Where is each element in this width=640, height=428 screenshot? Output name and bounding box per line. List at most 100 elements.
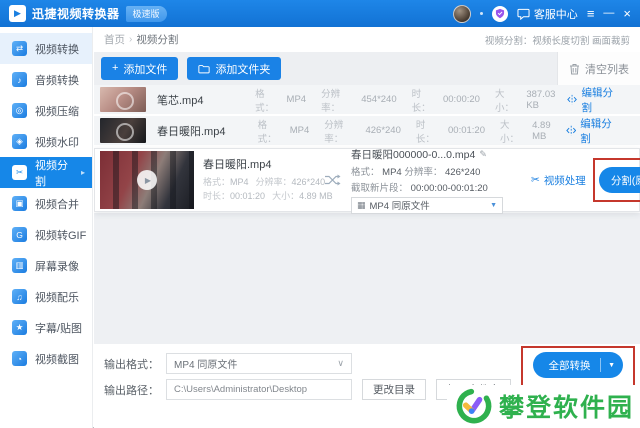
folder-icon bbox=[198, 64, 210, 74]
output-format-value: MP4 同原文件 bbox=[370, 198, 430, 212]
output-path-input[interactable] bbox=[166, 379, 352, 400]
sidebar-item-screen-record[interactable]: ▥ 屏幕录像 bbox=[0, 250, 92, 281]
feature-hint: 视频分割：视频长度切割 画面裁剪 bbox=[485, 33, 630, 47]
help-center-button[interactable]: 客服中心 bbox=[517, 6, 578, 22]
trash-icon bbox=[569, 63, 580, 75]
segment-label: 截取新片段： bbox=[351, 183, 408, 194]
change-directory-button[interactable]: 更改目录 bbox=[362, 379, 426, 400]
help-center-label: 客服中心 bbox=[534, 6, 578, 22]
format-label: 格式： bbox=[258, 117, 285, 145]
sidebar-item-label: 视频转GIF bbox=[35, 227, 86, 243]
file-row[interactable]: 春日暖阳.mp4 格式： MP4 分辨率： 426*240 时长： 00:01:… bbox=[94, 116, 640, 145]
video-to-gif-icon: G bbox=[12, 227, 27, 242]
output-format-select[interactable]: ▦ MP4 同原文件 ▼ bbox=[351, 197, 503, 214]
sidebar-item-video-merge[interactable]: ▣ 视频合并 bbox=[0, 188, 92, 219]
video-watermark-icon: ◈ bbox=[12, 134, 27, 149]
edit-split-button[interactable]: 编辑分割 bbox=[566, 116, 620, 146]
resolution-value: 426*240 bbox=[365, 125, 400, 136]
video-music-icon: ♫ bbox=[12, 289, 27, 304]
add-folder-button[interactable]: 添加文件夹 bbox=[187, 57, 281, 80]
duration-value: 00:00:20 bbox=[443, 94, 480, 105]
app-title: 迅捷视频转换器 bbox=[32, 5, 120, 22]
resolution-label: 分辨率： bbox=[324, 117, 360, 145]
chevron-down-icon[interactable]: ▼ bbox=[601, 362, 623, 369]
video-process-button[interactable]: ✂ 视频处理 bbox=[531, 173, 586, 188]
plus-icon: + bbox=[112, 63, 118, 74]
breadcrumb-home[interactable]: 首页 bbox=[104, 32, 125, 47]
sidebar-item-label: 视频水印 bbox=[35, 134, 79, 150]
edition-badge: 极速版 bbox=[126, 6, 167, 22]
add-folder-label: 添加文件夹 bbox=[215, 61, 270, 77]
duration-label: 时长： bbox=[203, 191, 230, 201]
format-value: MP4 bbox=[382, 167, 402, 178]
sidebar-item-video-convert[interactable]: ⇄ 视频转换 bbox=[0, 33, 92, 64]
sidebar-item-label: 屏幕录像 bbox=[35, 258, 79, 274]
vip-icon[interactable] bbox=[492, 6, 508, 22]
rename-pencil-icon[interactable]: ✎ bbox=[479, 149, 487, 160]
sidebar-item-subtitle-sticker[interactable]: ★ 字幕/贴图 bbox=[0, 312, 92, 343]
video-thumbnail bbox=[100, 118, 146, 143]
size-label: 大小： bbox=[495, 86, 521, 114]
close-icon[interactable]: × bbox=[623, 7, 631, 20]
sidebar-item-label: 视频合并 bbox=[35, 196, 79, 212]
chevron-down-icon: ▼ bbox=[490, 202, 497, 209]
video-merge-icon: ▣ bbox=[12, 196, 27, 211]
sidebar-item-video-to-gif[interactable]: G 视频转GIF bbox=[0, 219, 92, 250]
format-label: 格式： bbox=[255, 86, 281, 114]
user-avatar[interactable] bbox=[453, 5, 471, 23]
sidebar-item-video-screenshot[interactable]: ◔ 视频截图 bbox=[0, 343, 92, 374]
resolution-value: 454*240 bbox=[361, 94, 396, 105]
edit-split-label: 编辑分割 bbox=[581, 85, 620, 115]
clear-list-button[interactable]: 清空列表 bbox=[557, 52, 640, 85]
global-format-select[interactable]: MP4 同原文件 ∨ bbox=[166, 353, 352, 374]
sidebar-item-video-split[interactable]: ✂ 视频分割 ▸ bbox=[0, 157, 92, 188]
file-row[interactable]: 笔芯.mp4 格式： MP4 分辨率： 454*240 时长： 00:00:20… bbox=[94, 85, 640, 114]
watermark-text: 攀登软件园 bbox=[499, 388, 634, 424]
sidebar-item-audio-convert[interactable]: ♪ 音频转换 bbox=[0, 64, 92, 95]
add-file-button[interactable]: + 添加文件 bbox=[101, 57, 178, 80]
output-info: 春日暖阳000000-0...0.mp4 ✎ 格式： MP4 分辨率： 426*… bbox=[351, 147, 521, 214]
minimize-icon[interactable]: — bbox=[603, 8, 614, 19]
segment-value: 00:00:00-00:01:20 bbox=[411, 183, 488, 194]
notification-dot-icon bbox=[480, 12, 483, 15]
list-empty-area bbox=[94, 213, 640, 344]
audio-convert-icon: ♪ bbox=[12, 72, 27, 87]
split-button-label: 分割(原速) bbox=[599, 173, 640, 188]
file-name: 春日暖阳.mp4 bbox=[157, 123, 243, 139]
duration-value: 00:01:20 bbox=[448, 125, 485, 136]
sidebar-item-video-watermark[interactable]: ◈ 视频水印 bbox=[0, 126, 92, 157]
format-label: 格式： bbox=[203, 177, 230, 187]
sidebar-item-label: 视频配乐 bbox=[35, 289, 79, 305]
split-button[interactable]: 分割(原速) ▼ bbox=[599, 167, 640, 193]
add-file-label: 添加文件 bbox=[123, 61, 167, 77]
convert-all-label: 全部转换 bbox=[533, 358, 600, 373]
resolution-label: 分辨率： bbox=[256, 177, 292, 187]
duration-value: 00:01:20 bbox=[230, 191, 265, 201]
edit-split-button[interactable]: 编辑分割 bbox=[567, 85, 620, 115]
video-process-label: 视频处理 bbox=[544, 173, 586, 188]
output-file-name: 春日暖阳000000-0...0.mp4 bbox=[351, 147, 475, 162]
global-format-value: MP4 同原文件 bbox=[174, 356, 237, 371]
play-glyph: ▶ bbox=[145, 176, 151, 185]
menu-icon[interactable]: ≡ bbox=[587, 7, 595, 20]
sidebar-item-label: 视频截图 bbox=[35, 351, 79, 367]
video-convert-icon: ⇄ bbox=[12, 41, 27, 56]
sidebar-item-video-music[interactable]: ♫ 视频配乐 bbox=[0, 281, 92, 312]
convert-all-button[interactable]: 全部转换 ▼ bbox=[533, 352, 623, 378]
sidebar-item-label: 视频压缩 bbox=[35, 103, 79, 119]
sidebar-item-label: 视频转换 bbox=[35, 41, 79, 57]
video-thumbnail-large[interactable]: ▶ bbox=[100, 151, 194, 209]
output-path-label: 输出路径： bbox=[104, 382, 166, 398]
watermark-logo-icon bbox=[455, 387, 493, 425]
submenu-arrow-icon: ▸ bbox=[81, 168, 85, 177]
expanded-file-card: ▶ 春日暖阳.mp4 格式：MP4分辨率：426*240 时长：00:01:20… bbox=[94, 148, 640, 212]
breadcrumb-separator-icon: › bbox=[129, 34, 132, 45]
sidebar-item-video-compress[interactable]: ◎ 视频压缩 bbox=[0, 95, 92, 126]
size-label: 大小： bbox=[272, 191, 299, 201]
shield-icon bbox=[495, 8, 505, 19]
sidebar-item-label: 视频分割 bbox=[35, 157, 73, 189]
play-button-icon[interactable]: ▶ bbox=[137, 170, 157, 190]
sidebar-item-label: 音频转换 bbox=[35, 72, 79, 88]
split-icon bbox=[566, 125, 576, 136]
size-value: 4.89 MB bbox=[532, 120, 566, 142]
